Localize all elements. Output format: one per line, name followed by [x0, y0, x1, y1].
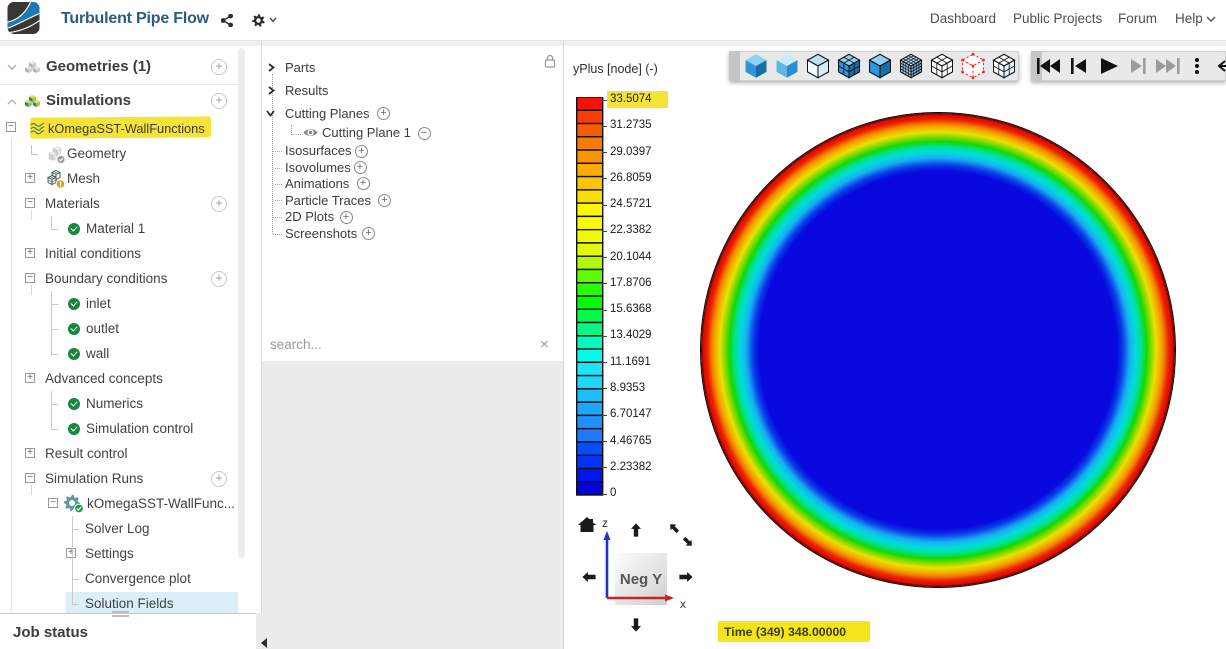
svg-text:x: x [680, 597, 686, 611]
svg-text:Neg Y: Neg Y [620, 571, 662, 588]
svg-text:z: z [602, 516, 608, 530]
